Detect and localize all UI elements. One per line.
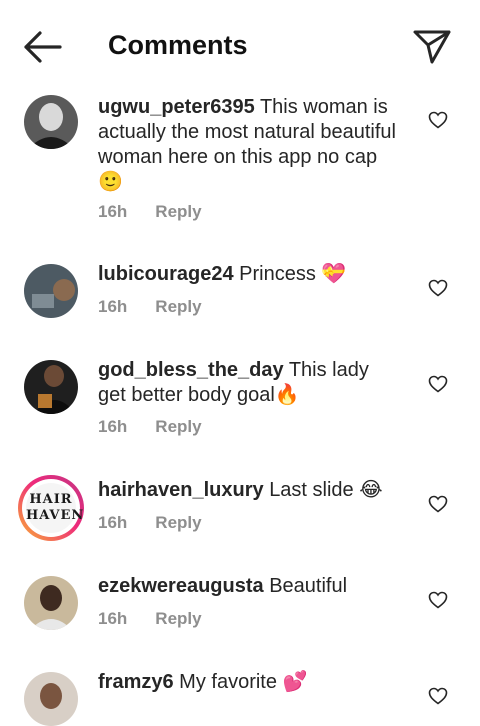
comment-username[interactable]: lubicourage24 [98,263,234,285]
heart-icon[interactable] [428,687,448,705]
avatar[interactable] [24,360,78,414]
comment-meta: 16h Reply [98,297,202,317]
reply-button[interactable]: Reply [155,513,201,532]
heart-icon[interactable] [428,111,448,129]
comment-text: ezekwereaugusta Beautiful [98,574,398,599]
comment-time: 16h [98,417,128,436]
reply-button[interactable]: Reply [155,202,201,221]
comment-username[interactable]: god_bless_the_day [98,359,284,381]
comment-text: lubicourage24 Princess 💝 [98,262,398,287]
comment-body: My favorite 💕 [179,671,308,693]
reply-button[interactable]: Reply [155,609,201,628]
comment-text: god_bless_the_day This lady get better b… [98,358,398,408]
comment-time: 16h [98,609,128,628]
avatar[interactable] [24,95,78,149]
comment-body: Beautiful [269,575,348,597]
header-bar: Comments [0,0,480,92]
avatar-story-ring[interactable]: HAIR HAVEN [18,475,84,541]
avatar-logo: HAIR HAVEN [26,483,83,533]
heart-icon[interactable] [428,375,448,393]
comment-text: framzy6 My favorite 💕 [98,670,398,695]
comment-body: Princess 💝 [239,263,347,285]
comment-time: 16h [98,202,128,221]
avatar[interactable] [24,264,78,318]
avatar[interactable] [24,576,78,630]
comment-meta: 16h Reply [98,417,202,437]
heart-icon[interactable] [428,279,448,297]
arrow-left-icon[interactable] [22,30,62,64]
comment-username[interactable]: ugwu_peter6395 [98,96,255,118]
comment-body: Last slide 😂 [269,479,383,501]
comment-username[interactable]: hairhaven_luxury [98,479,264,501]
comment-time: 16h [98,513,128,532]
paper-plane-icon[interactable] [412,28,452,66]
heart-icon[interactable] [428,495,448,513]
comment-meta: 16h Reply [98,513,202,533]
reply-button[interactable]: Reply [155,297,201,316]
comment-username[interactable]: ezekwereaugusta [98,575,264,597]
avatar[interactable] [24,672,78,726]
comment-meta: 16h Reply [98,202,202,222]
comment-text: hairhaven_luxury Last slide 😂 [98,478,398,503]
comment-time: 16h [98,297,128,316]
page-title: Comments [108,30,248,60]
comment-meta: 16h Reply [98,609,202,629]
comment-username[interactable]: framzy6 [98,671,174,693]
comment-text: ugwu_peter6395 This woman is actually th… [98,95,398,195]
reply-button[interactable]: Reply [155,417,201,436]
heart-icon[interactable] [428,591,448,609]
